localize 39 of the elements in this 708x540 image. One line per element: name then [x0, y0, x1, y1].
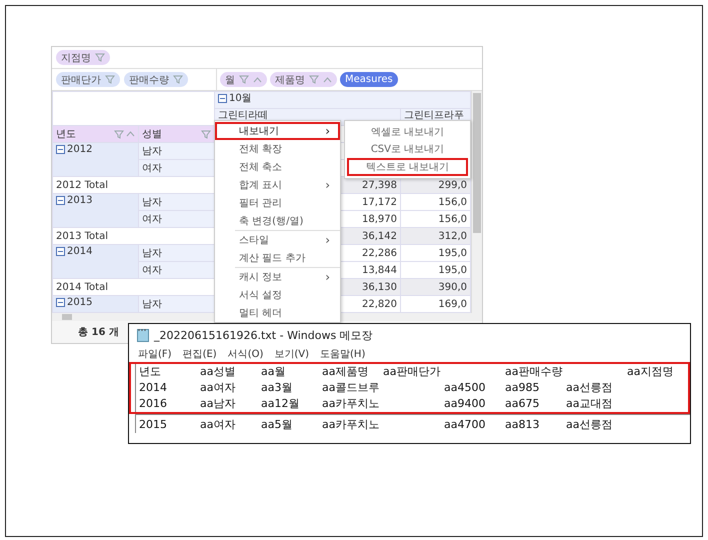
value-cell: 13,844: [340, 262, 400, 278]
value-cell: 36,142: [340, 228, 400, 244]
submenu-arrow: ›: [325, 233, 330, 247]
value-cell: 195,0: [400, 262, 470, 278]
value-cell: 156,0: [400, 194, 470, 210]
year-cell: 2012: [67, 144, 92, 156]
text-line: 년도 aa성별 aa월 aa제품명 aa판매단가 aa판매수량 aa지점명: [135, 364, 688, 380]
submenu-arrow: ›: [325, 178, 330, 192]
gender-cell: 여자: [138, 160, 214, 176]
text-line: 2015 aa여자 aa5월 aa카푸치노 aa4700 aa813 aa선릉점: [135, 414, 690, 433]
gender-cell: 여자: [138, 262, 214, 278]
gender-cell: 여자: [138, 210, 214, 228]
gender-cell: 남자: [138, 194, 214, 210]
total-label: 2013 Total: [52, 228, 214, 244]
text-line: 2014 aa여자 aa3월 aa콜드브루 aa4500 aa985 aa선릉점: [135, 380, 688, 396]
window-title: _20220615161926.txt - Windows 메모장: [154, 328, 373, 342]
column-group-label: 10월: [229, 92, 252, 105]
total-label: 2012 Total: [52, 176, 214, 194]
total-count: 총 16 개: [78, 326, 119, 339]
value-cell: 18,970: [340, 210, 400, 228]
submenu-arrow: ›: [325, 124, 330, 138]
value-cell: 169,0: [400, 296, 470, 312]
gender-cell: 남자: [138, 142, 214, 160]
gender-cell: 남자: [138, 244, 214, 262]
value-cell: 312,0: [400, 228, 470, 244]
gender-cell: 남자: [138, 296, 214, 312]
value-cell: 156,0: [400, 210, 470, 228]
value-cell: 17,172: [340, 194, 400, 210]
year-cell: 2015: [67, 296, 92, 309]
text-line: 2016 aa남자 aa12월 aa카푸치노 aa9400 aa675 aa교대점: [135, 396, 688, 412]
submenu-arrow: ›: [325, 270, 330, 284]
value-cell: 22,286: [340, 244, 400, 262]
year-cell: 2014: [67, 246, 92, 258]
value-cell: 36,130: [340, 278, 400, 296]
value-cell: 22,820: [340, 296, 400, 312]
total-label: 2014 Total: [52, 278, 214, 296]
value-cell: 390,0: [400, 278, 470, 296]
year-cell: 2013: [67, 194, 92, 207]
value-cell: 195,0: [400, 244, 470, 262]
